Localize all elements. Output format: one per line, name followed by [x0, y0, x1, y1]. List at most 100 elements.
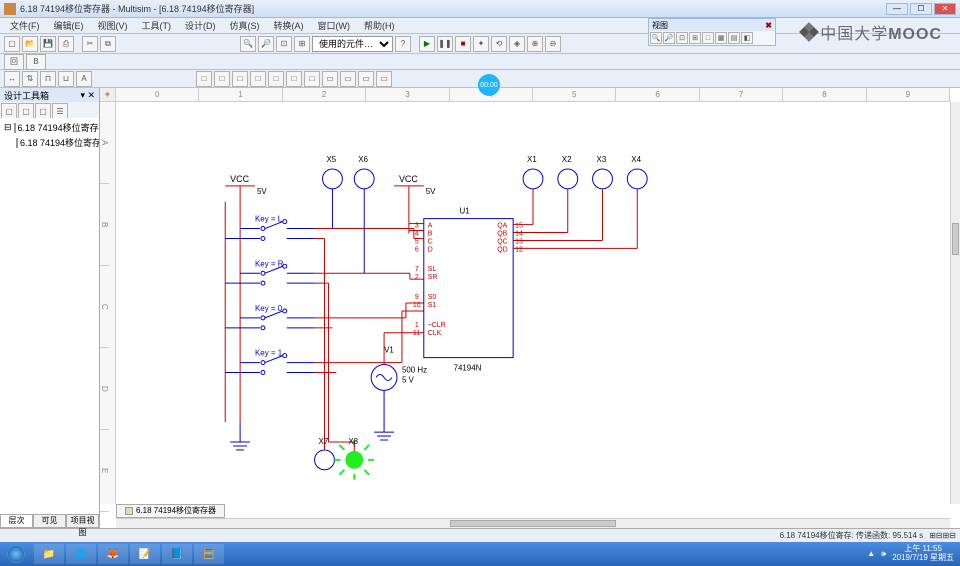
cut-button[interactable]: ✂ — [82, 36, 98, 52]
panel-close-icon[interactable]: ✖ — [765, 21, 772, 30]
menu-edit[interactable]: 编辑(E) — [48, 18, 90, 33]
svg-text:~CLR: ~CLR — [428, 322, 446, 329]
comp-button[interactable]: ▭ — [322, 71, 338, 87]
comp-button[interactable]: ⇅ — [22, 71, 38, 87]
zoom-button[interactable]: ▦ — [715, 32, 727, 44]
ruler-horizontal: 0123456789 — [116, 88, 950, 102]
tool-button[interactable]: ◈ — [509, 36, 525, 52]
tab-project[interactable]: 项目视图 — [66, 514, 99, 528]
sim-pause-button[interactable]: ❚❚ — [437, 36, 453, 52]
minimize-button[interactable]: — — [886, 3, 908, 15]
zoom-button[interactable]: ▤ — [728, 32, 740, 44]
taskbar-app[interactable]: 📘 — [162, 544, 192, 564]
taskbar-app[interactable]: 🦊 — [98, 544, 128, 564]
comp-button[interactable]: ▭ — [358, 71, 374, 87]
close-button[interactable]: ✕ — [934, 3, 956, 15]
main-toolbar: ▢ 📂 💾 ⎙ ✂ ⧉ 🔍 🔎 ⊡ ⊞ 使用的元件… ? ▶ ❚❚ ■ ✦ ⟲ … — [0, 34, 960, 54]
taskbar-app[interactable]: 🧮 — [194, 544, 224, 564]
menu-help[interactable]: 帮助(H) — [358, 18, 401, 33]
schematic-canvas[interactable]: VCC 5V Key = L Key = R Key = 0 Key = 1 — [116, 102, 950, 504]
svg-text:Key = L: Key = L — [255, 215, 283, 224]
zoom-fit-button[interactable]: ⊡ — [276, 36, 292, 52]
svg-text:S0: S0 — [428, 294, 437, 301]
zoom-button[interactable]: 🔍 — [650, 32, 662, 44]
zoom-button[interactable]: □ — [702, 32, 714, 44]
svg-text:13: 13 — [515, 238, 523, 245]
zoom-out-button[interactable]: 🔎 — [258, 36, 274, 52]
comp-button[interactable]: ⊓ — [40, 71, 56, 87]
comp-button[interactable]: □ — [214, 71, 230, 87]
svg-text:2: 2 — [415, 274, 419, 281]
tree-button[interactable]: ▢ — [35, 103, 51, 119]
tree-label: 6.18 74194移位寄存器 — [18, 121, 99, 134]
comp-button[interactable]: ▭ — [340, 71, 356, 87]
tree-button[interactable]: ▢ — [18, 103, 34, 119]
taskbar-app[interactable]: 📝 — [130, 544, 160, 564]
tree-view[interactable]: ⊟6.18 74194移位寄存器 6.18 74194移位寄存器 — [0, 118, 99, 514]
sim-run-button[interactable]: ▶ — [419, 36, 435, 52]
tool-button[interactable]: ✦ — [473, 36, 489, 52]
scroll-thumb[interactable] — [952, 223, 959, 255]
comp-button[interactable]: □ — [304, 71, 320, 87]
comp-button[interactable]: □ — [268, 71, 284, 87]
tab-visible[interactable]: 可见 — [33, 514, 66, 528]
comp-button[interactable]: □ — [286, 71, 302, 87]
tab-button[interactable]: 回 — [4, 54, 24, 70]
comp-button[interactable]: ⊔ — [58, 71, 74, 87]
tree-item[interactable]: ⊟6.18 74194移位寄存器 — [2, 120, 97, 135]
clock[interactable]: 上午 11:55 2019/7/19 星期五 — [892, 545, 954, 563]
menu-file[interactable]: 文件(F) — [4, 18, 46, 33]
tab-button[interactable]: B — [26, 54, 46, 70]
comp-button[interactable]: □ — [196, 71, 212, 87]
zoom-button[interactable]: ⊡ — [676, 32, 688, 44]
tray-icon[interactable]: ▲ — [867, 550, 875, 559]
open-button[interactable]: 📂 — [22, 36, 38, 52]
sim-stop-button[interactable]: ■ — [455, 36, 471, 52]
view-panel[interactable]: 视图✖ 🔍 🔎 ⊡ ⊞ □ ▦ ▤ ◧ — [648, 18, 776, 46]
doc-toolbar: 回 B — [0, 54, 960, 70]
zoom-button[interactable]: ◧ — [741, 32, 753, 44]
tree-button[interactable]: ▢ — [1, 103, 17, 119]
copy-button[interactable]: ⧉ — [100, 36, 116, 52]
save-button[interactable]: 💾 — [40, 36, 56, 52]
zoom-area-button[interactable]: ⊞ — [294, 36, 310, 52]
print-button[interactable]: ⎙ — [58, 36, 74, 52]
comp-button[interactable]: A — [76, 71, 92, 87]
main-area: 设计工具箱 ▾ ✕ ▢ ▢ ▢ ☰ ⊟6.18 74194移位寄存器 6.18 … — [0, 88, 960, 528]
tool-button[interactable]: ⊕ — [527, 36, 543, 52]
tool-button[interactable]: ⟲ — [491, 36, 507, 52]
tray-icon[interactable]: 🕪 — [881, 550, 886, 559]
scroll-thumb[interactable] — [450, 520, 617, 527]
comp-button[interactable]: ↔ — [4, 71, 20, 87]
system-tray[interactable]: ▲ 🕪 上午 11:55 2019/7/19 星期五 — [867, 545, 958, 563]
comp-button[interactable]: □ — [250, 71, 266, 87]
menu-tools[interactable]: 工具(T) — [136, 18, 178, 33]
comp-button[interactable]: ▭ — [376, 71, 392, 87]
zoom-in-button[interactable]: 🔍 — [240, 36, 256, 52]
svg-text:VCC: VCC — [230, 174, 249, 184]
tree-button[interactable]: ☰ — [52, 103, 68, 119]
comp-button[interactable]: □ — [232, 71, 248, 87]
component-selector[interactable]: 使用的元件… — [312, 36, 393, 52]
toolbox-close-icon[interactable]: ▾ ✕ — [80, 90, 95, 101]
tab-hierarchy[interactable]: 层次 — [0, 514, 33, 528]
maximize-button[interactable]: ☐ — [910, 3, 932, 15]
zoom-button[interactable]: 🔎 — [663, 32, 675, 44]
tool-button[interactable]: ⊖ — [545, 36, 561, 52]
svg-text:4: 4 — [415, 230, 419, 237]
vertical-scrollbar[interactable] — [950, 102, 960, 504]
taskbar-app[interactable]: 📁 — [34, 544, 64, 564]
menu-view[interactable]: 视图(V) — [92, 18, 134, 33]
refresh-button[interactable]: ? — [395, 36, 411, 52]
horizontal-scrollbar[interactable] — [116, 518, 950, 528]
menu-design[interactable]: 设计(D) — [179, 18, 222, 33]
menu-transfer[interactable]: 转换(A) — [268, 18, 310, 33]
zoom-button[interactable]: ⊞ — [689, 32, 701, 44]
new-button[interactable]: ▢ — [4, 36, 20, 52]
tree-item[interactable]: 6.18 74194移位寄存器 — [2, 135, 97, 150]
menu-window[interactable]: 窗口(W) — [312, 18, 357, 33]
start-button[interactable] — [2, 542, 30, 566]
menu-simulate[interactable]: 仿真(S) — [224, 18, 266, 33]
sheet-tab[interactable]: 6.18 74194移位寄存器 — [116, 504, 225, 518]
taskbar-app[interactable]: 🌐 — [66, 544, 96, 564]
